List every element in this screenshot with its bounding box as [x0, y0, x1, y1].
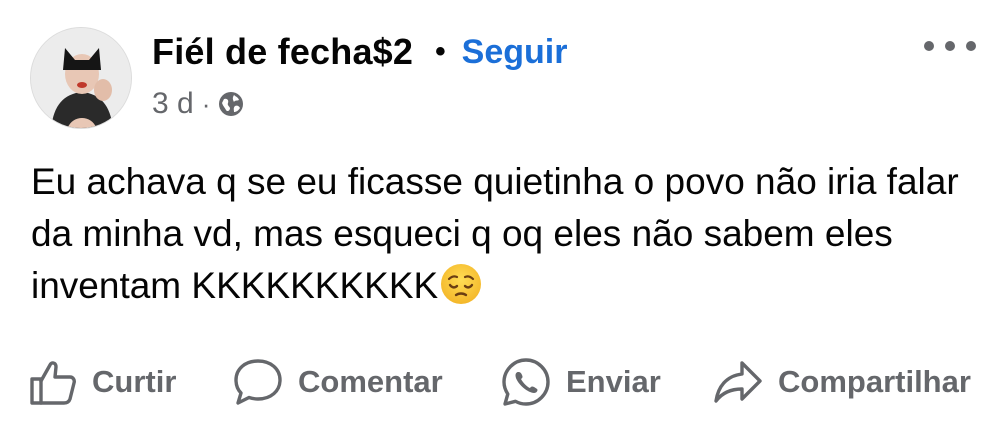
comment-label: Comentar — [298, 364, 443, 399]
post-meta: 3 d · — [152, 84, 244, 124]
comment-button[interactable]: Comentar — [232, 352, 443, 412]
avatar-illustration — [31, 28, 131, 128]
meta-separator: · — [201, 88, 211, 119]
share-arrow-icon — [712, 357, 764, 407]
post-actions: Curtir Comentar Enviar Compartilhar — [0, 352, 1000, 412]
post-timestamp[interactable]: 3 d — [152, 87, 194, 121]
more-dot — [966, 41, 976, 51]
author-separator: • — [435, 35, 446, 68]
post-text-content: Eu achava q se eu ficasse quietinha o po… — [31, 161, 959, 306]
like-label: Curtir — [92, 364, 177, 399]
like-thumb-icon — [28, 357, 78, 407]
more-dot — [924, 41, 934, 51]
more-dot — [945, 41, 955, 51]
author-line: Fiél de fecha$2 • Seguir — [152, 30, 567, 74]
follow-button[interactable]: Seguir — [462, 33, 568, 72]
globe-icon[interactable] — [218, 91, 244, 117]
comment-bubble-icon — [232, 357, 284, 407]
send-button[interactable]: Enviar — [500, 352, 661, 412]
facebook-post: Fiél de fecha$2 • Seguir 3 d · Eu achava… — [0, 0, 1000, 427]
send-label: Enviar — [566, 364, 661, 399]
share-button[interactable]: Compartilhar — [712, 352, 971, 412]
author-name[interactable]: Fiél de fecha$2 — [152, 31, 413, 73]
post-text: Eu achava q se eu ficasse quietinha o po… — [31, 156, 961, 312]
author-avatar[interactable] — [30, 27, 132, 129]
pensive-face-emoji — [440, 263, 482, 305]
share-label: Compartilhar — [778, 364, 971, 399]
like-button[interactable]: Curtir — [28, 352, 176, 412]
whatsapp-send-icon — [500, 356, 552, 408]
more-options-icon[interactable] — [920, 30, 980, 62]
